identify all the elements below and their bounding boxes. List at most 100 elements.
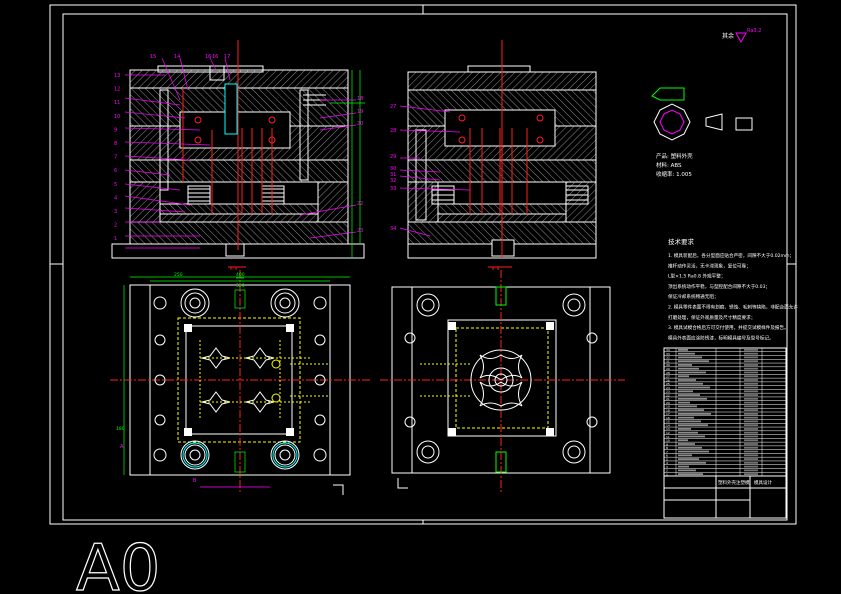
parts-row-material-cell (744, 435, 758, 438)
parts-row-name-cell (678, 364, 692, 366)
parts-row-name-cell (678, 413, 711, 415)
parts-row-material-cell (744, 375, 758, 378)
parts-row-name-cell (678, 431, 698, 434)
product-shrink: 收缩率: 1.005 (656, 170, 692, 178)
parts-row-name-cell (678, 360, 709, 363)
parts-row-material-cell (744, 352, 758, 355)
part-number-label: 28 (390, 128, 396, 134)
parts-row-material-cell (744, 394, 758, 396)
dim-height: 180 (116, 426, 125, 432)
parts-row-name-cell (678, 394, 700, 396)
part-number-label: 4 (114, 195, 117, 201)
parts-row-name-cell (678, 379, 696, 381)
parts-row-name-cell (678, 371, 706, 374)
parts-table: 3433323130292827262524232221201918171615… (663, 347, 787, 519)
tech-requirements: 技术要求 1. 模具装配后，各分型面应贴合严密，间隙不大于0.02mm； 推杆动作… (668, 237, 798, 341)
side-section-view: B-B (399, 40, 597, 271)
product-material: 材料: ABS (656, 161, 682, 169)
parts-row-name-cell (678, 469, 696, 472)
parts-row-material-cell (744, 409, 758, 411)
parts-row-name-cell (678, 349, 688, 351)
part-number-label: 12 (114, 87, 120, 93)
part-number-label: 1 (114, 236, 117, 242)
parts-row-material-cell (744, 465, 758, 468)
parts-row-name-cell (678, 416, 694, 419)
part-number-label: 6 (114, 168, 117, 174)
parts-row-name-cell (678, 461, 706, 464)
drawing-title: 塑料外壳注塑模 (718, 479, 750, 486)
parts-row-material-cell (744, 443, 758, 445)
parts-row-name-cell (678, 420, 701, 423)
tech-requirement-line: 2. 模具零件表面不得有划痕、锈蚀、毛刺等缺陷，非配合面允许 (668, 304, 798, 311)
tech-requirement-line: 推杆动作灵活，无卡滞现象，复位可靠； (668, 262, 751, 269)
parts-row-name-cell (678, 424, 708, 427)
parts-row-name-cell (678, 405, 697, 408)
parts-row-material-cell (744, 413, 758, 415)
parts-row-material-cell (744, 454, 758, 457)
roughness-mark-text: 其余 (722, 32, 734, 40)
part-number-label: 29 (390, 154, 396, 160)
dim-width-outer: 400 (236, 272, 245, 278)
parts-row-material-cell (744, 390, 758, 393)
part-number-label: 15 (150, 54, 156, 60)
parts-row-name-cell (678, 409, 704, 411)
parts-row-material-cell (744, 424, 758, 427)
parts-row-name-cell (678, 443, 695, 445)
dim-cavity: 250 (174, 272, 183, 278)
roughness-value: Ra3.2 (747, 28, 761, 34)
sheet-size-label: A0 (75, 531, 161, 594)
tech-requirement-line: 保证冷却系统畅通无阻； (668, 293, 719, 300)
parts-row-name-cell (678, 435, 705, 438)
tech-requirement-line: L型×1.5 Ra0.8 外观平整； (668, 273, 725, 280)
front-section-view: A-A (111, 40, 365, 271)
parts-row-name-cell (678, 439, 688, 442)
tech-requirement-line: 3. 模具试模合格后方可交付使用，并提交试模样件及报告。 (668, 324, 789, 331)
sheet-size-text: A0 (76, 532, 161, 594)
part-number-label: 14 (174, 54, 180, 60)
roughness-mark: 其余 Ra3.2 (722, 28, 761, 44)
parts-row-name-cell (678, 382, 703, 385)
section-arrow-b: B (193, 478, 197, 484)
parts-row-material-cell (744, 360, 758, 363)
part-number-label: 20 (357, 121, 363, 127)
parts-row-material-cell (744, 458, 758, 460)
parts-row-name-cell (678, 352, 695, 355)
parts-row-name-cell (678, 473, 703, 475)
dim-width-inner: 320 (236, 283, 245, 289)
parts-row-material-cell (744, 405, 758, 408)
part-number-label: 2 (114, 223, 117, 229)
parts-row-material-cell (744, 469, 758, 472)
tech-requirement-line: 1. 模具装配后，各分型面应贴合严密，间隙不大于0.02mm； (668, 252, 794, 259)
part-number-label: 11 (114, 100, 120, 106)
parts-row-material-cell (744, 431, 758, 434)
side-part-labels: 2728293031323334 (390, 104, 396, 232)
product-name: 产品: 塑料外壳 (656, 152, 693, 160)
part-number-label: 22 (357, 201, 363, 207)
parts-row-name-cell (678, 390, 693, 393)
parts-row-name-cell (678, 458, 699, 460)
tech-requirement-line: 打磨处理，保证外观质量及尺寸精度要求； (668, 314, 755, 321)
parts-row-name-cell (678, 367, 699, 370)
parts-row-name-cell (678, 386, 710, 389)
parts-row-material-cell (744, 367, 758, 370)
part-number-label: 5 (114, 182, 117, 188)
part-number-label: 13 (114, 73, 120, 79)
parts-row-material-cell (744, 371, 758, 374)
parts-row-material-cell (744, 439, 758, 442)
part-number-label: 9 (114, 127, 117, 133)
parts-row-material-cell (744, 397, 758, 400)
part-number-label: 18 (357, 96, 363, 102)
parts-row-name-cell (678, 446, 702, 449)
section-arrow-a: A (120, 444, 124, 450)
part-number-label: 33 (390, 186, 396, 192)
cad-drawing: 其余 Ra3.2 A-A 1312111098765432115 14 16 1… (49, 4, 798, 594)
parts-row-name-cell (678, 397, 707, 400)
parts-row-material-cell (744, 356, 758, 359)
company-name: 模具设计 (754, 479, 772, 486)
part-number-label: 16 (205, 54, 211, 60)
part-number-label: 19 (357, 109, 363, 115)
product-views: 产品: 塑料外壳 材料: ABS 收缩率: 1.005 (651, 87, 753, 178)
plan-view-moving (110, 270, 370, 495)
parts-row-material-cell (744, 349, 758, 351)
parts-row-material-cell (744, 420, 758, 423)
